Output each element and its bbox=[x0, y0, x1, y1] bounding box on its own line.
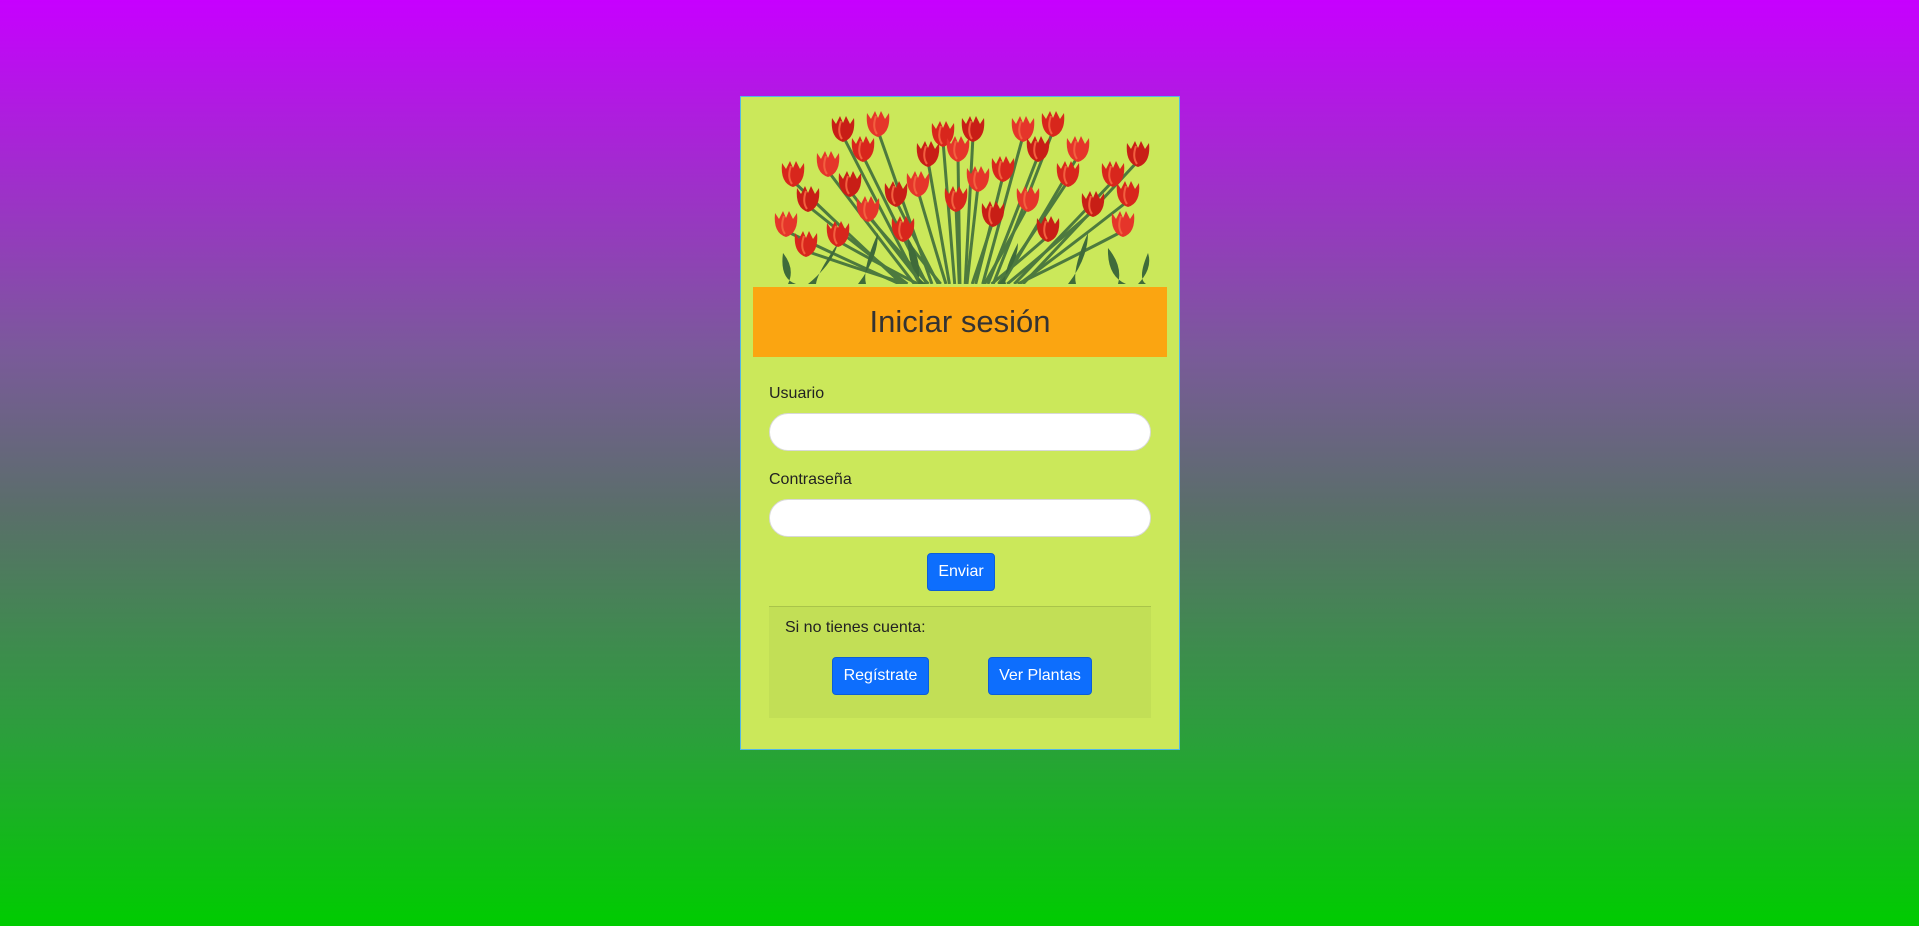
page-title: Iniciar sesión bbox=[869, 304, 1051, 339]
title-bar: Iniciar sesión bbox=[753, 287, 1167, 357]
tulips-image bbox=[768, 103, 1154, 284]
signup-section: Si no tienes cuenta: Regístrate Ver Plan… bbox=[769, 606, 1151, 718]
password-input[interactable] bbox=[769, 499, 1151, 537]
submit-button[interactable]: Enviar bbox=[927, 553, 995, 591]
username-label: Usuario bbox=[769, 385, 825, 402]
register-button[interactable]: Regístrate bbox=[832, 657, 929, 695]
signup-prompt: Si no tienes cuenta: bbox=[785, 619, 926, 636]
username-input[interactable] bbox=[769, 413, 1151, 451]
password-label: Contraseña bbox=[769, 471, 852, 488]
login-card: Iniciar sesión Usuario Contraseña Enviar… bbox=[740, 96, 1180, 750]
view-plants-button[interactable]: Ver Plantas bbox=[988, 657, 1092, 695]
